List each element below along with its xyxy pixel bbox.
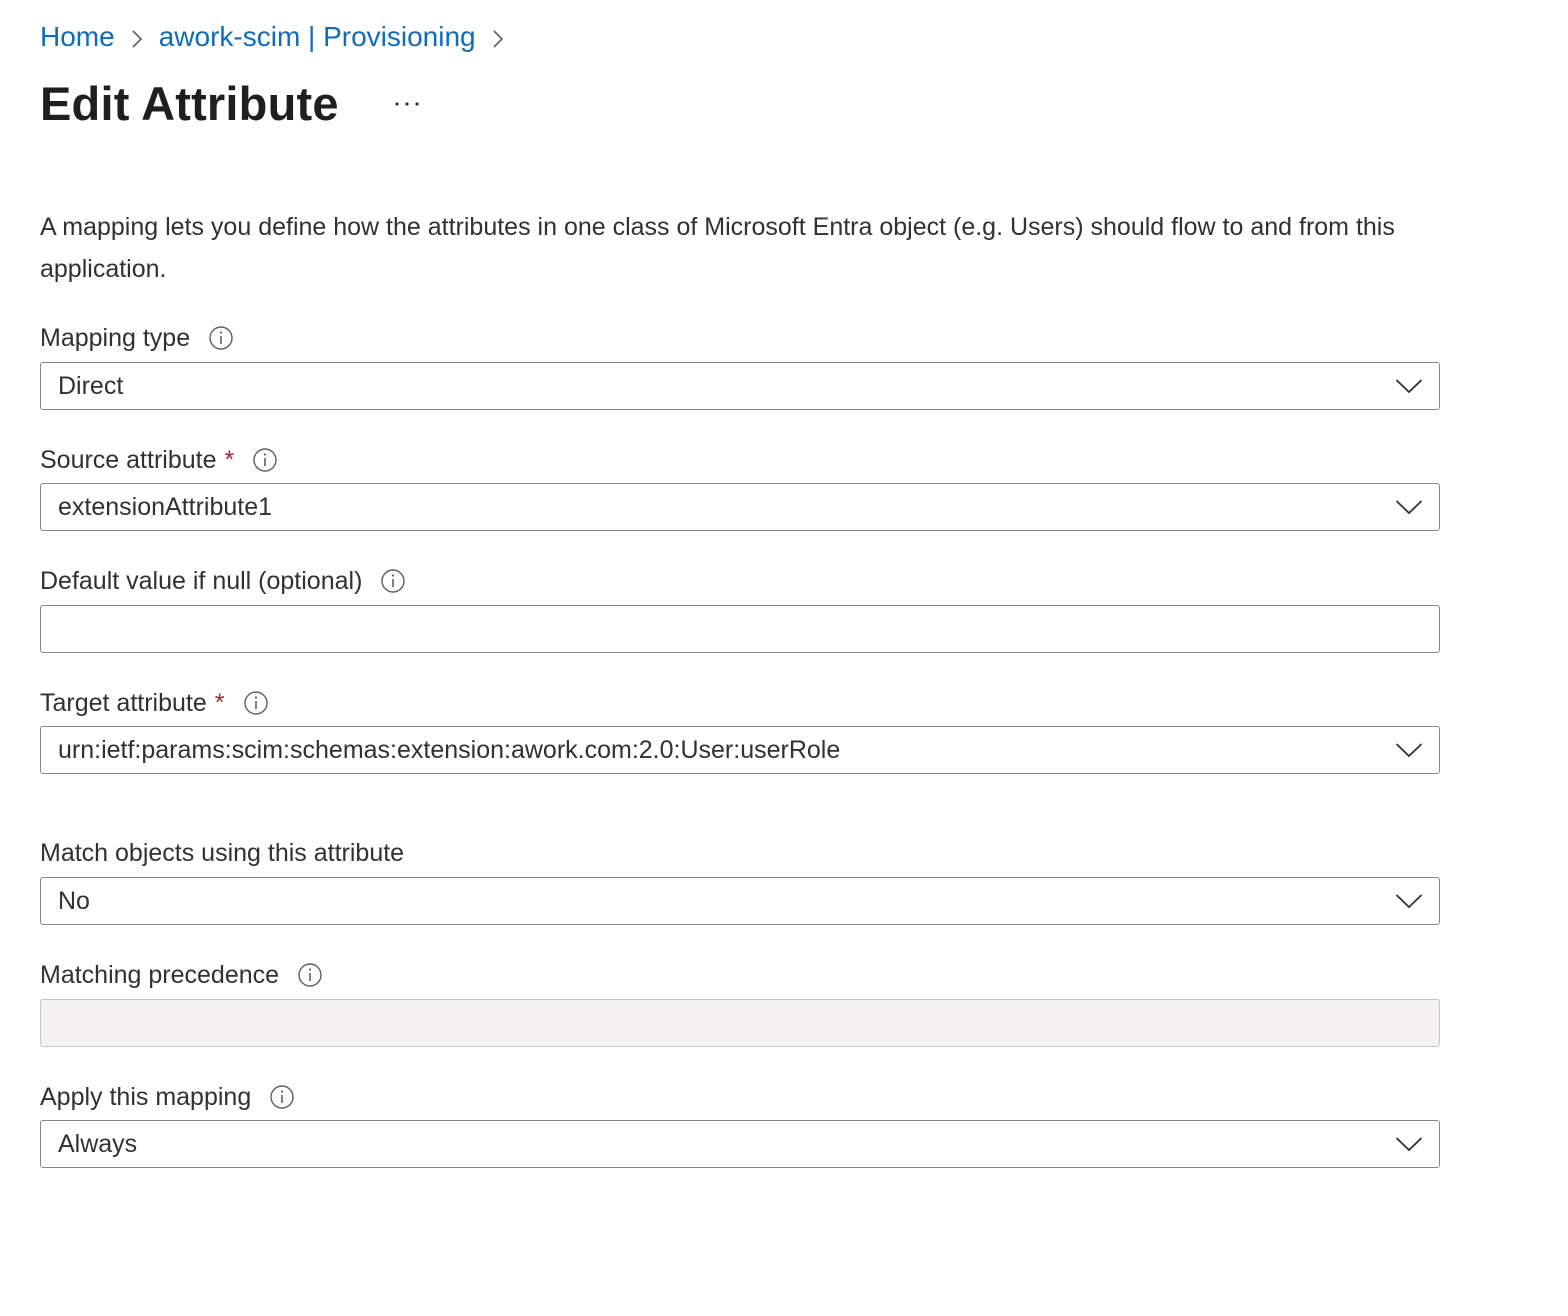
apply-mapping-dropdown[interactable]: Always xyxy=(40,1120,1440,1168)
title-row: Edit Attribute xyxy=(40,74,427,134)
chevron-down-icon xyxy=(1379,1121,1439,1167)
description-text: A mapping lets you define how the attrib… xyxy=(40,213,1395,283)
mapping-type-value: Direct xyxy=(58,371,124,400)
info-icon[interactable] xyxy=(252,447,278,473)
info-icon[interactable] xyxy=(380,568,406,594)
target-attribute-value: urn:ietf:params:scim:schemas:extension:a… xyxy=(58,735,841,764)
apply-mapping-label: Apply this mapping xyxy=(40,1083,252,1111)
source-attribute-label-row: Source attribute * xyxy=(40,443,278,477)
chevron-down-icon xyxy=(1379,363,1439,409)
target-attribute-label-row: Target attribute * xyxy=(40,686,269,720)
more-icon xyxy=(395,102,419,106)
mapping-type-label-row: Mapping type xyxy=(40,321,234,355)
default-value-label-row: Default value if null (optional) xyxy=(40,564,406,598)
info-icon[interactable] xyxy=(208,325,234,351)
chevron-right-icon xyxy=(115,18,159,56)
page-title: Edit Attribute xyxy=(40,77,339,130)
apply-mapping-label-row: Apply this mapping xyxy=(40,1080,295,1114)
source-attribute-value: extensionAttribute1 xyxy=(58,492,273,521)
required-indicator: * xyxy=(224,446,235,474)
mapping-type-label: Mapping type xyxy=(40,324,191,352)
more-options-button[interactable] xyxy=(387,84,427,124)
edit-attribute-page: Home awork-scim | Provisioning Edit Attr… xyxy=(0,0,1568,1316)
required-indicator: * xyxy=(214,689,225,717)
chevron-down-icon xyxy=(1379,727,1439,773)
mapping-type-dropdown[interactable]: Direct xyxy=(40,362,1440,410)
default-value-input[interactable] xyxy=(40,605,1440,653)
source-attribute-dropdown[interactable]: extensionAttribute1 xyxy=(40,483,1440,531)
match-objects-dropdown[interactable]: No xyxy=(40,877,1440,925)
breadcrumb-provisioning-link[interactable]: awork-scim | Provisioning xyxy=(159,18,476,56)
breadcrumb-home-link[interactable]: Home xyxy=(40,18,115,56)
target-attribute-label: Target attribute xyxy=(40,689,207,717)
chevron-right-icon xyxy=(476,18,520,56)
info-icon[interactable] xyxy=(243,690,269,716)
info-icon[interactable] xyxy=(297,962,323,988)
default-value-label: Default value if null (optional) xyxy=(40,567,363,595)
match-objects-value: No xyxy=(58,886,90,915)
info-icon[interactable] xyxy=(269,1084,295,1110)
breadcrumb: Home awork-scim | Provisioning xyxy=(40,18,520,56)
match-objects-label: Match objects using this attribute xyxy=(40,839,405,867)
target-attribute-dropdown[interactable]: urn:ietf:params:scim:schemas:extension:a… xyxy=(40,726,1440,774)
apply-mapping-value: Always xyxy=(58,1129,138,1158)
matching-precedence-input xyxy=(40,999,1440,1047)
matching-precedence-label-row: Matching precedence xyxy=(40,958,323,992)
source-attribute-label: Source attribute xyxy=(40,446,217,474)
chevron-down-icon xyxy=(1379,878,1439,924)
matching-precedence-label: Matching precedence xyxy=(40,961,280,989)
match-objects-label-row: Match objects using this attribute xyxy=(40,836,404,870)
chevron-down-icon xyxy=(1379,484,1439,530)
